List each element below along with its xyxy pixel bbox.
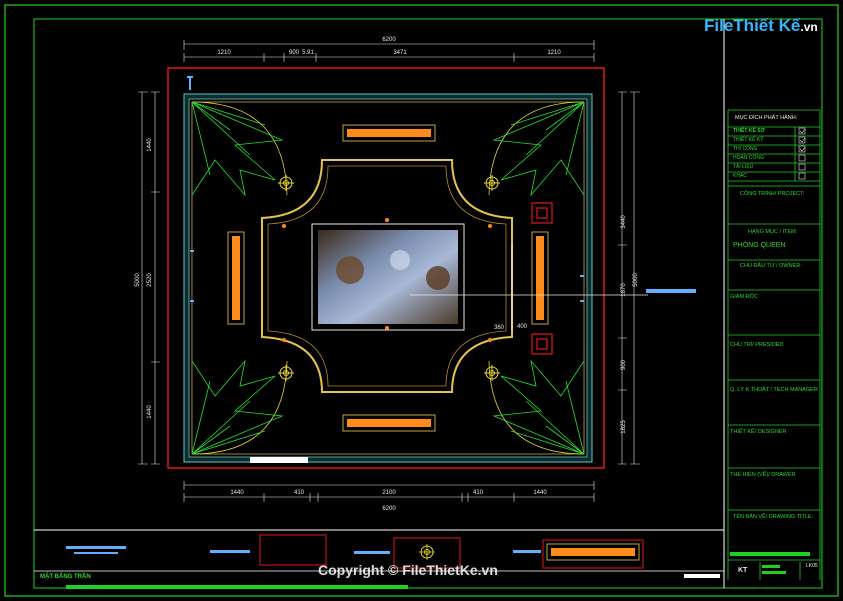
dim-left-part: 2520	[147, 273, 153, 287]
dim-bottom-part: 2100	[382, 490, 396, 496]
logo-file: File	[704, 16, 734, 35]
dim-right-part: 900	[621, 359, 627, 370]
dim-left-part: 1440	[147, 138, 153, 152]
dim-bottom-part: 1440	[230, 490, 244, 496]
dim-top-part: 1210	[547, 50, 561, 56]
dim-left-part: 1440	[147, 405, 153, 419]
purpose-item: TÀI LIỆU	[733, 164, 754, 170]
item-value: PHÒNG QUEEN	[733, 242, 786, 249]
purpose-item: THI CÔNG	[733, 146, 758, 152]
dim-left-total: 5000	[135, 273, 141, 287]
dim-bottom-total: 6200	[382, 506, 396, 512]
purpose-item: THIẾT KẾ KỸ	[733, 137, 764, 143]
dim-right-part: 1870	[621, 283, 627, 297]
site-logo: FileThiết Kế.vn	[704, 16, 818, 36]
logo-tld: .vn	[800, 20, 818, 34]
dim-bottom-part: 1440	[533, 490, 547, 496]
president-label: CHỦ TRÌ/ PRESIDED	[730, 342, 784, 348]
sheet-number: LK05	[806, 563, 818, 569]
dim-top-part: 1210	[217, 50, 231, 56]
drawer-label: THỂ HIỆN (VẼ)/ DRAWER	[730, 472, 796, 478]
dim-inner: 400	[517, 324, 528, 330]
designer-label: THIẾT KẾ/ DESIGNER	[730, 429, 787, 435]
tech-manager-label: Q. LÝ K.THUẬT / TECH MANAGER	[730, 387, 818, 393]
ceiling-plan-drawing: 6200 1210 900 5.91 3471 1210 6200 1440 4…	[4, 4, 839, 597]
drawing-code: KT	[738, 567, 748, 574]
dim-top-part: 3471	[393, 50, 407, 56]
project-label: CÔNG TRÌNH/ PROJECT:	[740, 191, 805, 197]
dim-inner: 360	[494, 325, 505, 331]
purpose-item: KHÁC	[733, 173, 747, 179]
purpose-item: HOÀN CÔNG	[733, 155, 764, 161]
purpose-item: THIẾT KẾ SƠ	[733, 128, 765, 134]
drawing-name: MẶT BẰNG TRẦN	[40, 574, 91, 580]
dim-top-part: 900	[289, 50, 300, 56]
owner-label: CHỦ ĐẦU TƯ / OWNER:	[740, 263, 802, 269]
item-label: HẠNG MỤC / ITEM:	[748, 229, 798, 235]
dim-right-part: 3440	[621, 215, 627, 229]
dim-bottom-part: 410	[473, 490, 484, 496]
dim-right-total: 5000	[633, 273, 639, 287]
dim-bottom-part: 410	[294, 490, 305, 496]
dim-top-part: 5.91	[302, 50, 314, 56]
logo-thiet: Thiết Kế	[733, 16, 801, 35]
purpose-heading: MỤC ĐÍCH PHÁT HÀNH:	[735, 115, 798, 121]
dim-right-part: 1825	[621, 420, 627, 434]
dim-top-total: 6200	[382, 37, 396, 43]
copyright-watermark: Copyright © FileThietKe.vn	[318, 562, 498, 578]
drawing-title-label: TÊN BẢN VẼ/ DRAWING TITLE:	[733, 514, 814, 520]
director-label: GIÁM ĐỐC	[730, 294, 758, 300]
